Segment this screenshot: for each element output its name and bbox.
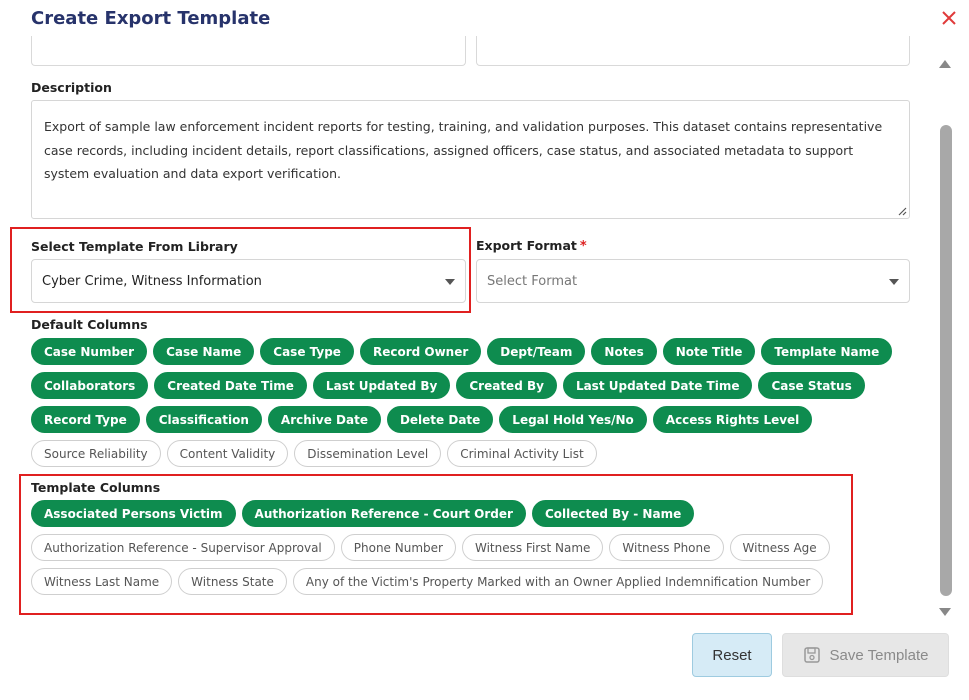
column-chip[interactable]: Dissemination Level [294,440,442,467]
column-chip[interactable]: Note Title [662,338,756,365]
default-columns-list: Case Number Case Name Case Type Record Owne… [31,338,921,467]
column-chip[interactable]: Archive Date [267,406,381,433]
save-icon [803,647,820,663]
previous-field-right[interactable] [476,36,910,66]
highlight-box-template-library [10,227,471,313]
scroll-up-icon[interactable] [939,60,951,68]
previous-field-left[interactable] [31,36,466,66]
export-format-select[interactable]: Select Format [476,259,910,303]
template-columns-label: Template Columns [31,480,161,495]
column-chip[interactable]: Any of the Victim's Property Marked with… [292,568,824,595]
column-chip[interactable]: Criminal Activity List [447,440,597,467]
close-icon[interactable] [939,8,959,28]
export-format-label: Export Format * [476,238,587,254]
chevron-down-icon [889,279,899,285]
column-chip[interactable]: Notes [591,338,657,365]
resize-handle-icon[interactable] [897,206,907,216]
column-chip[interactable]: Authorization Reference - Supervisor App… [31,534,335,561]
column-chip[interactable]: Classification [145,406,262,433]
column-chip[interactable]: Last Updated By [312,372,451,399]
column-chip[interactable]: Dept/Team [487,338,586,365]
required-mark: * [579,239,587,254]
column-chip[interactable]: Delete Date [386,406,494,433]
column-chip[interactable]: Associated Persons Victim [31,500,236,527]
export-format-placeholder: Select Format [487,273,578,289]
column-chip[interactable]: Case Name [153,338,255,365]
column-chip[interactable]: Record Type [31,406,140,433]
description-label: Description [31,80,112,95]
column-chip[interactable]: Created Date Time [154,372,307,399]
export-format-label-text: Export Format [476,238,577,253]
scroll-down-icon[interactable] [939,608,951,616]
column-chip[interactable]: Content Validity [166,440,289,467]
save-template-button[interactable]: Save Template [782,633,949,677]
column-chip[interactable]: Witness Age [729,534,830,561]
column-chip[interactable]: Witness First Name [461,534,604,561]
column-chip[interactable]: Witness Phone [609,534,724,561]
column-chip[interactable]: Collected By - Name [531,500,695,527]
reset-button[interactable]: Reset [692,633,772,677]
template-columns-list: Associated Persons Victim Authorization R… [31,500,831,595]
description-text: Export of sample law enforcement inciden… [44,119,883,181]
default-columns-label: Default Columns [31,317,148,332]
dialog-title: Create Export Template [31,8,271,29]
save-template-label: Save Template [829,646,929,664]
column-chip[interactable]: Record Owner [359,338,482,365]
column-chip[interactable]: Access Rights Level [652,406,813,433]
column-chip[interactable]: Witness State [178,568,287,595]
column-chip[interactable]: Phone Number [340,534,456,561]
column-chip[interactable]: Case Number [31,338,148,365]
column-chip[interactable]: Last Updated Date Time [562,372,753,399]
column-chip[interactable]: Source Reliability [31,440,161,467]
scrollbar-thumb[interactable] [940,125,952,596]
column-chip[interactable]: Authorization Reference - Court Order [241,500,526,527]
description-textarea[interactable]: Export of sample law enforcement inciden… [31,100,910,219]
column-chip[interactable]: Collaborators [31,372,149,399]
column-chip[interactable]: Case Type [260,338,354,365]
column-chip[interactable]: Witness Last Name [31,568,173,595]
column-chip[interactable]: Legal Hold Yes/No [499,406,647,433]
column-chip[interactable]: Created By [456,372,557,399]
column-chip[interactable]: Case Status [758,372,865,399]
column-chip[interactable]: Template Name [761,338,893,365]
